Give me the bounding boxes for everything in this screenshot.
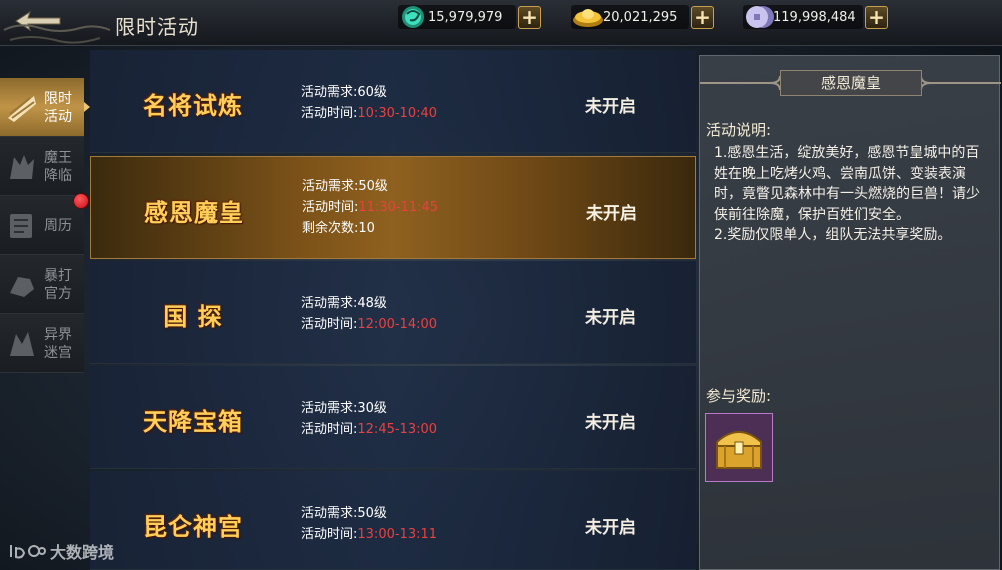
activity-time: 11:30-11:45 <box>358 200 439 215</box>
description-line: 2.奖励仅限单人，组队无法共享奖励。 <box>714 227 952 243</box>
activity-status: 未开启 <box>585 518 636 538</box>
activity-requirement: 活动需求:50级 <box>302 179 388 194</box>
sidebar-label: 周历 <box>44 218 72 234</box>
activity-time-label: 活动时间: <box>301 527 358 542</box>
header-ornament-icon <box>700 75 781 91</box>
activity-status: 未开启 <box>586 204 637 224</box>
activity-time-label: 活动时间: <box>301 106 358 121</box>
sidebar-label: 暴打 <box>44 268 72 284</box>
header-ornament-icon <box>920 75 1001 91</box>
activity-name: 昆仑神宫 <box>143 513 243 541</box>
scroll-fan-icon <box>8 96 36 122</box>
fist-icon <box>10 277 34 297</box>
add-silver-button[interactable]: + <box>865 5 888 29</box>
activity-name: 天降宝箱 <box>143 408 243 436</box>
jade-ring-icon <box>402 6 424 28</box>
activity-row[interactable]: 国 探 活动需求:48级 活动时间:12:00-14:00 未开启 <box>90 261 696 364</box>
activity-row[interactable]: 天降宝箱 活动需求:30级 活动时间:12:45-13:00 未开启 <box>90 366 696 469</box>
watermark: 大数跨境 <box>8 540 114 562</box>
silver-coin-icon <box>746 6 774 28</box>
watermark-text: 大数跨境 <box>50 543 115 562</box>
activity-time-label: 活动时间: <box>301 317 358 332</box>
sidebar-item-otherworld-maze[interactable]: 异界 迷宫 <box>0 314 84 373</box>
sidebar-label: 活动 <box>44 109 72 125</box>
reward-item-slot[interactable] <box>705 413 773 482</box>
activity-status: 未开启 <box>585 97 636 117</box>
reward-heading: 参与奖励: <box>706 387 772 405</box>
sidebar-label: 官方 <box>44 286 72 302</box>
sidebar-label: 魔王 <box>44 150 72 166</box>
currency-silver: 119,998,484 + <box>743 4 888 30</box>
activity-time: 12:45-13:00 <box>357 422 438 437</box>
activity-time-label: 活动时间: <box>301 422 358 437</box>
sidebar-label: 降临 <box>44 168 72 184</box>
sidebar-item-demon-king[interactable]: 魔王 降临 <box>0 137 84 196</box>
top-bar: 限时活动 15,979,979 + 20,021,295 + 119,998,4… <box>0 0 1002 46</box>
detail-title: 感恩魔皇 <box>780 70 922 96</box>
activity-row[interactable]: 昆仑神宫 活动需求:50级 活动时间:13:00-13:11 未开启 <box>90 471 696 570</box>
activity-remaining-count: 剩余次数:10 <box>302 221 375 236</box>
activity-name: 感恩魔皇 <box>144 199 244 227</box>
sidebar-label: 异界 <box>44 327 72 343</box>
sidebar-item-beat-official[interactable]: 暴打 官方 <box>0 255 84 314</box>
activity-time: 13:00-13:11 <box>357 527 438 542</box>
description-text: 1.感恩生活，绽放美好，感恩节皇城中的百姓在晚上吃烤火鸡、尝南瓜饼、变装表演时，… <box>714 143 992 246</box>
activity-name: 名将试炼 <box>143 92 243 120</box>
activity-requirement: 活动需求:60级 <box>301 85 387 100</box>
sidebar-item-limited-events[interactable]: 限时 活动 <box>0 78 90 137</box>
currency-gold: 20,021,295 + <box>571 4 714 30</box>
sidebar-item-weekly-calendar[interactable]: 周历 <box>0 196 84 255</box>
watermark-logo-icon <box>10 545 46 559</box>
activity-time: 10:30-10:40 <box>357 106 438 121</box>
gold-ingot-icon <box>573 9 603 27</box>
activity-time: 12:00-14:00 <box>357 317 438 332</box>
activity-status: 未开启 <box>585 413 636 433</box>
activity-requirement: 活动需求:48级 <box>301 296 387 311</box>
add-jade-button[interactable]: + <box>518 5 541 29</box>
activity-detail-panel: 感恩魔皇 活动说明: 1.感恩生活，绽放美好，感恩节皇城中的百姓在晚上吃烤火鸡、… <box>699 55 1001 570</box>
activity-name: 国 探 <box>163 303 223 331</box>
sidebar-label: 迷宫 <box>44 345 72 361</box>
sidebar: 限时 活动 魔王 降临 周历 暴打 官方 异界 迷宫 <box>0 78 90 373</box>
add-gold-button[interactable]: + <box>691 5 714 29</box>
activity-requirement: 活动需求:50级 <box>301 506 387 521</box>
sidebar-label: 限时 <box>44 91 72 107</box>
activity-status: 未开启 <box>585 308 636 328</box>
activity-time-label: 活动时间: <box>302 200 359 215</box>
description-heading: 活动说明: <box>706 121 772 139</box>
activity-requirement: 活动需求:30级 <box>301 401 387 416</box>
activity-row[interactable]: 名将试炼 活动需求:60级 活动时间:10:30-10:40 未开启 <box>90 50 696 153</box>
activity-row-selected[interactable]: 感恩魔皇 活动需求:50级 活动时间:11:30-11:45 剩余次数:10 未… <box>90 156 696 259</box>
activity-list: 名将试炼 活动需求:60级 活动时间:10:30-10:40 未开启 感恩魔皇 … <box>90 50 696 570</box>
maze-icon <box>10 332 34 356</box>
description-line: 1.感恩生活，绽放美好，感恩节皇城中的百姓在晚上吃烤火鸡、尝南瓜饼、变装表演时，… <box>714 145 980 223</box>
currency-jade: 15,979,979 + <box>398 4 541 30</box>
golden-chest-icon <box>716 430 762 469</box>
page-title: 限时活动 <box>115 15 199 39</box>
calendar-scroll-icon <box>10 214 32 238</box>
demon-icon <box>10 155 34 179</box>
notification-dot <box>73 193 89 209</box>
